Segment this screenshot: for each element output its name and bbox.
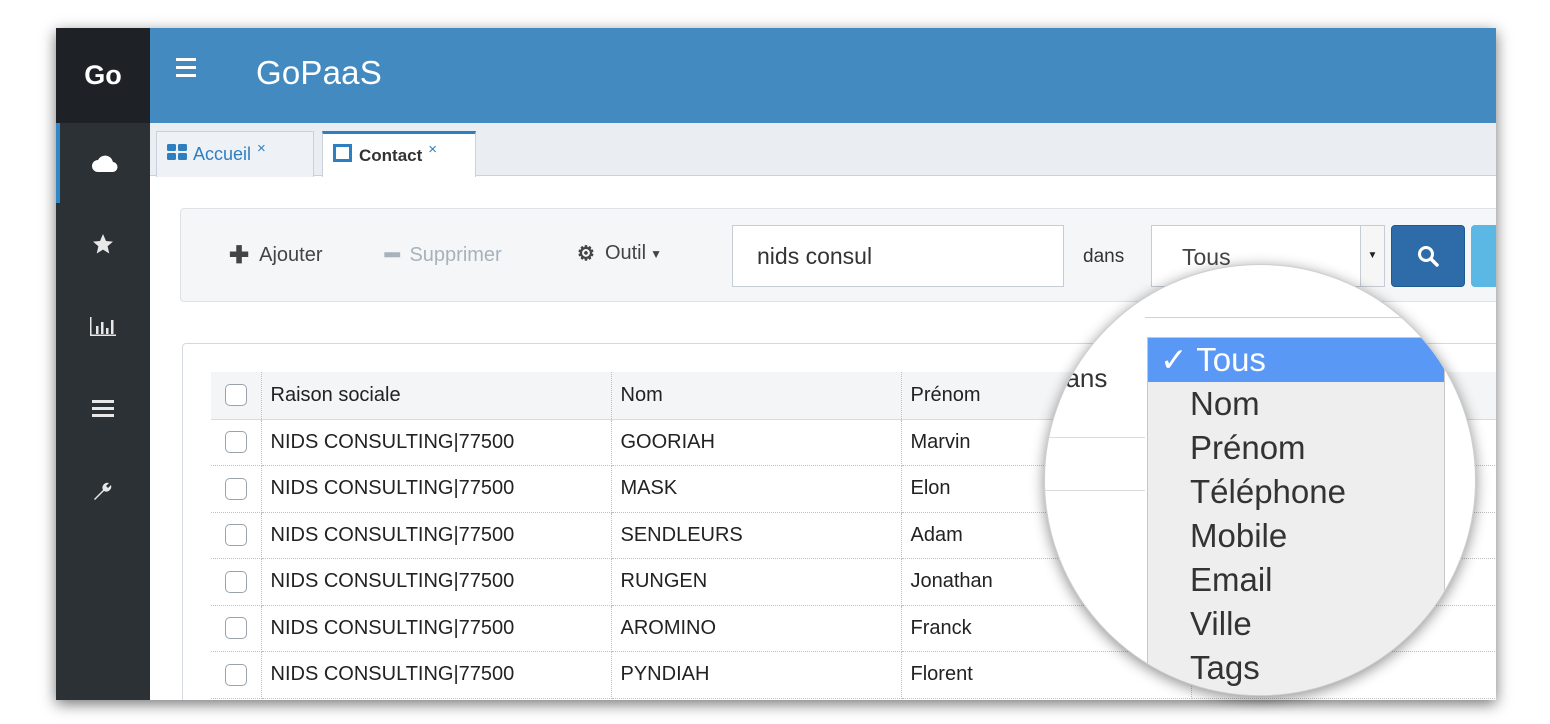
wrench-icon	[94, 482, 112, 500]
select-all-checkbox[interactable]	[225, 384, 247, 407]
plus-icon: ✚	[229, 242, 250, 269]
cloud-icon	[92, 155, 118, 173]
top-header: GoPaaS	[150, 28, 1496, 123]
row-checkbox-cell	[211, 512, 262, 559]
cell-nom: PYNDIAH	[611, 651, 902, 699]
tools-button-label: Outil	[604, 242, 647, 264]
divider	[1045, 437, 1145, 438]
delete-button[interactable]: ━ Supprimer	[385, 241, 502, 270]
star-icon	[93, 234, 113, 254]
search-input[interactable]	[732, 225, 1064, 287]
dropdown-option-nom[interactable]: Nom	[1190, 382, 1260, 426]
cell-nom: RUNGEN	[611, 558, 902, 606]
delete-button-label: Supprimer	[409, 244, 502, 266]
dashboard-grid-icon	[167, 144, 187, 165]
tab-accueil[interactable]: Accueil ×	[156, 131, 314, 177]
row-checkbox[interactable]	[225, 570, 247, 593]
gear-icon: ⚙	[577, 243, 595, 265]
divider	[1045, 490, 1145, 491]
cell-nom: AROMINO	[611, 605, 902, 652]
dropdown-option-mobile[interactable]: Mobile	[1190, 514, 1287, 558]
magnified-region: dans ✓ Tous Nom Prénom Téléphone Mobile …	[1045, 265, 1475, 695]
cell-raison-sociale: NIDS CONSULTING|77500	[261, 651, 612, 699]
magnifier-callout: dans ✓ Tous Nom Prénom Téléphone Mobile …	[1044, 264, 1476, 696]
select-all-checkbox-cell	[211, 372, 262, 420]
sidebar-item-menu[interactable]	[56, 368, 150, 448]
row-checkbox-cell	[211, 651, 262, 699]
dropdown-option-tous[interactable]: ✓ Tous	[1148, 338, 1444, 382]
magnified-scope-label: dans	[1051, 363, 1108, 393]
contact-window-icon	[333, 144, 353, 167]
app-title: GoPaaS	[256, 54, 382, 91]
dropdown-option-email[interactable]: Email	[1190, 558, 1273, 602]
row-checkbox[interactable]	[225, 663, 247, 686]
cell-raison-sociale: NIDS CONSULTING|77500	[261, 512, 612, 559]
add-button-label: Ajouter	[259, 244, 323, 266]
row-checkbox[interactable]	[225, 524, 247, 547]
sidebar-item-favorites[interactable]	[56, 204, 150, 284]
cell-raison-sociale: NIDS CONSULTING|77500	[261, 605, 612, 652]
sidebar-item-cloud[interactable]	[56, 123, 150, 203]
row-checkbox[interactable]	[225, 477, 247, 500]
tab-contact-label: Contact	[359, 145, 423, 165]
cell-raison-sociale: NIDS CONSULTING|77500	[261, 465, 612, 513]
dropdown-option-tags[interactable]: Tags	[1190, 646, 1260, 690]
row-checkbox-cell	[211, 558, 262, 606]
divider	[1145, 317, 1475, 318]
search-field-dropdown-menu: ✓ Tous Nom Prénom Téléphone Mobile Email…	[1147, 337, 1445, 695]
tab-accueil-label: Accueil	[193, 144, 252, 164]
close-icon[interactable]: ×	[257, 140, 266, 157]
close-icon[interactable]: ×	[428, 141, 437, 158]
tab-strip: Accueil × Contact ×	[150, 123, 1496, 177]
cell-raison-sociale: NIDS CONSULTING|77500	[261, 558, 612, 606]
hamburger-menu-icon[interactable]	[176, 58, 200, 88]
sidebar-item-reports[interactable]	[56, 286, 150, 366]
brand-logo[interactable]: Go	[56, 28, 150, 123]
list-icon	[92, 400, 114, 417]
row-checkbox-cell	[211, 465, 262, 513]
row-checkbox[interactable]	[225, 617, 247, 640]
cell-nom: MASK	[611, 465, 902, 513]
minus-icon: ━	[385, 242, 400, 269]
cell-nom: SENDLEURS	[611, 512, 902, 559]
search-icon	[1418, 246, 1439, 267]
dropdown-option-prenom[interactable]: Prénom	[1190, 426, 1306, 470]
sidebar: Go	[56, 28, 150, 700]
column-header-nom[interactable]: Nom	[611, 372, 902, 420]
column-header-raison-sociale[interactable]: Raison sociale	[261, 372, 612, 420]
tools-dropdown-button[interactable]: ⚙ Outil ▼	[577, 241, 662, 266]
caret-down-icon: ▼	[650, 246, 662, 261]
bar-chart-icon	[90, 317, 116, 336]
cell-nom: GOORIAH	[611, 419, 902, 466]
row-checkbox-cell	[211, 419, 262, 466]
row-checkbox[interactable]	[225, 431, 247, 454]
dropdown-option-ville[interactable]: Ville	[1190, 602, 1252, 646]
add-button[interactable]: ✚ Ajouter	[229, 241, 322, 270]
row-checkbox-cell	[211, 605, 262, 652]
cell-raison-sociale: NIDS CONSULTING|77500	[261, 419, 612, 466]
tab-contact[interactable]: Contact ×	[322, 131, 476, 177]
sidebar-item-settings[interactable]	[56, 450, 150, 530]
dropdown-option-telephone[interactable]: Téléphone	[1190, 470, 1346, 514]
